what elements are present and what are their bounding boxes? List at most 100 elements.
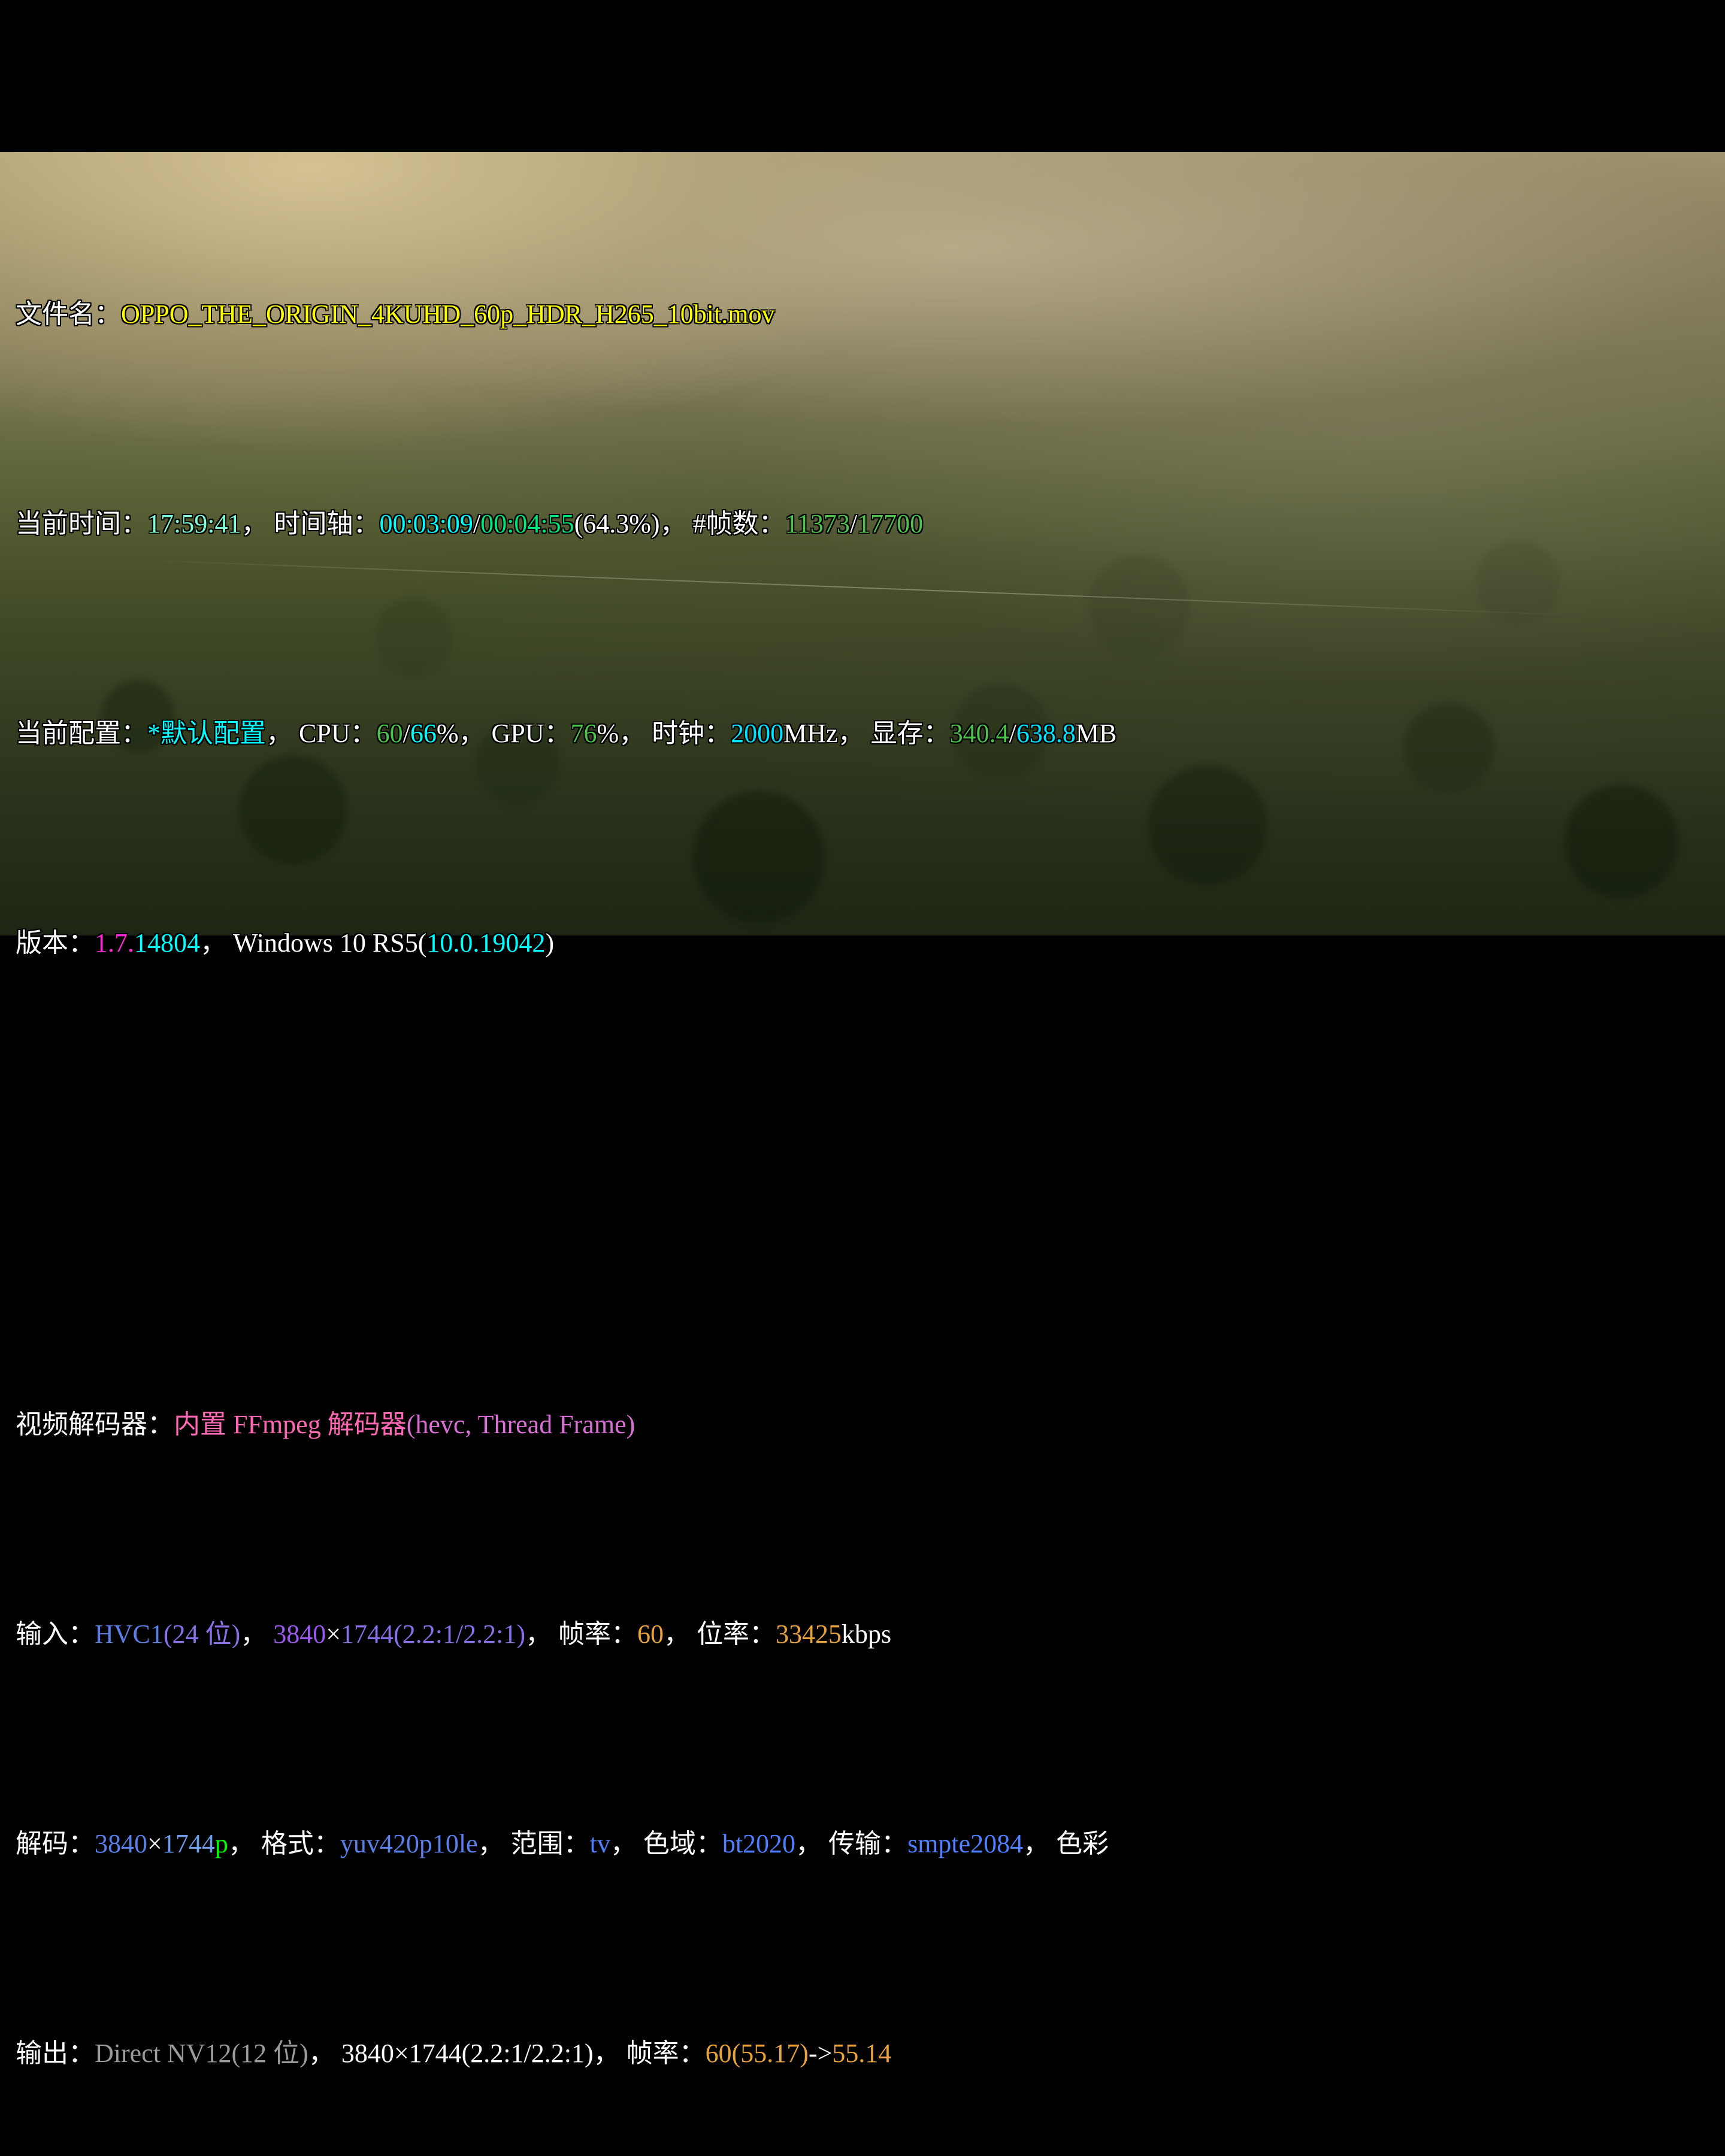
vram-separator: / <box>1009 719 1016 748</box>
sep-comma-11: ， <box>228 1829 261 1858</box>
video-transfer-label: 传输： <box>828 1829 908 1858</box>
sep-comma-16: ， <box>308 2039 341 2068</box>
video-output-width: 3840 <box>341 2039 394 2068</box>
video-output-fps-label: 帧率： <box>626 2039 706 2068</box>
sep-comma-8: ， <box>240 1619 274 1649</box>
osd-header-block: 文件名：OPPO_THE_ORIGIN_4KUHD_60p_HDR_H265_1… <box>0 126 1725 1090</box>
video-input-height: 1744 <box>341 1619 394 1649</box>
sep-comma-9: ， <box>525 1619 559 1649</box>
os-build-close: ) <box>545 928 555 958</box>
clock-mhz-unit: MHz <box>783 719 838 748</box>
video-input-label: 输入： <box>16 1619 95 1649</box>
video-input-bits: (24 位) <box>163 1619 241 1649</box>
video-output-value: Direct NV12 <box>95 2039 232 2068</box>
sep-comma-14: ， <box>795 1829 829 1858</box>
osd-statistics-overlay: 文件名：OPPO_THE_ORIGIN_4KUHD_60p_HDR_H265_1… <box>0 0 1725 2068</box>
sep-comma-3: ， <box>266 719 299 748</box>
osd-spacer-1 <box>0 1216 1725 1236</box>
video-input-codec: HVC1 <box>95 1619 164 1649</box>
video-input-x: × <box>326 1619 341 1649</box>
video-decoder-label: 视频解码器： <box>16 1410 174 1439</box>
video-input-width: 3840 <box>273 1619 326 1649</box>
video-decoder-value: 内置 FFmpeg 解码器 <box>174 1410 407 1439</box>
version-major: 1.7. <box>95 928 134 958</box>
vram-label: 显存： <box>870 719 950 748</box>
filename-label: 文件名： <box>16 299 121 329</box>
video-output-fps-measured: (55.17) <box>731 2039 809 2068</box>
video-input-bitrate-label: 位率： <box>697 1619 776 1649</box>
video-decode-scan: p <box>214 1829 228 1858</box>
video-transfer-value: smpte2084 <box>907 1829 1024 1858</box>
profile-value: *默认配置 <box>147 719 266 748</box>
position-value: 00:03:09 <box>379 509 473 538</box>
video-input-bitrate: 33425 <box>776 1619 842 1649</box>
osd-line-video-output: 输出：Direct NV12(12 位)， 3840×1744(2.2:1/2.… <box>0 2033 1725 2075</box>
filename-value: OPPO_THE_ORIGIN_4KUHD_60p_HDR_H265_10bit… <box>121 299 775 329</box>
video-input-fps: 60 <box>637 1619 664 1649</box>
vram-total: 638.8 <box>1016 719 1076 748</box>
video-decode-width: 3840 <box>95 1829 147 1858</box>
video-matrix-label: 色彩 <box>1056 1829 1109 1858</box>
video-input-fps-label: 帧率： <box>558 1619 638 1649</box>
osd-line-video-input: 输入：HVC1(24 位)， 3840×1744(2.2:1/2.2:1)， 帧… <box>0 1613 1725 1655</box>
frames-separator: / <box>849 509 858 538</box>
profile-label: 当前配置： <box>16 719 147 748</box>
os-text: Windows 10 RS5 <box>233 928 418 958</box>
osd-line-filename: 文件名：OPPO_THE_ORIGIN_4KUHD_60p_HDR_H265_1… <box>0 293 1725 335</box>
frames-current: 11373 <box>785 509 850 538</box>
video-decode-label: 解码： <box>16 1829 95 1858</box>
clock-label: 当前时间： <box>16 509 147 538</box>
gpu-value: 76 <box>570 719 597 748</box>
osd-line-video-decoder: 视频解码器：内置 FFmpeg 解码器(hevc, Thread Frame) <box>0 1404 1725 1446</box>
osd-line-video-decode: 解码：3840×1744p， 格式：yuv420p10le， 范围：tv， 色域… <box>0 1823 1725 1865</box>
video-input-aspect: (2.2:1/2.2:1) <box>394 1619 526 1649</box>
video-output-fps: 60 <box>705 2039 732 2068</box>
os-build-open: ( <box>417 928 427 958</box>
progress-percent: (64.3%) <box>574 509 660 538</box>
video-output-fps-actual: 55.14 <box>832 2039 892 2068</box>
gpu-label: GPU： <box>491 719 571 748</box>
cpu-value-alt: 66 <box>410 719 437 748</box>
video-format-value: yuv420p10le <box>340 1829 478 1858</box>
sep-comma-13: ， <box>610 1829 643 1858</box>
clock-mhz-label: 时钟： <box>652 719 731 748</box>
video-output-height: 1744 <box>408 2039 462 2068</box>
position-separator: / <box>473 509 481 538</box>
sep-comma-2: ， <box>659 509 693 538</box>
sep-comma-4: ， <box>458 719 492 748</box>
video-input-bitrate-unit: kbps <box>842 1619 892 1649</box>
video-output-fps-arrow: -> <box>808 2039 833 2068</box>
vram-unit: MB <box>1075 719 1117 748</box>
cpu-separator: / <box>402 719 410 748</box>
video-output-label: 输出： <box>16 2039 95 2068</box>
sep-comma-15: ， <box>1023 1829 1057 1858</box>
sep-comma-5: ， <box>619 719 652 748</box>
cpu-unit: % <box>436 719 459 748</box>
vram-used: 340.4 <box>949 719 1009 748</box>
gpu-unit: % <box>597 719 619 748</box>
sep-comma-17: ， <box>593 2039 627 2068</box>
clock-value: 17:59:41 <box>147 509 241 538</box>
os-build-number: 19042 <box>479 928 546 958</box>
osd-line-time: 当前时间：17:59:41， 时间轴：00:03:09/00:04:55(64.… <box>0 503 1725 545</box>
cpu-label: CPU： <box>299 719 377 748</box>
osd-line-version: 版本：1.7.14804， Windows 10 RS5(10.0.19042) <box>0 922 1725 964</box>
sep-comma-7: ， <box>200 928 233 958</box>
osd-line-resources: 当前配置：*默认配置， CPU：60/66%， GPU：76%， 时钟：2000… <box>0 713 1725 755</box>
clock-mhz-value: 2000 <box>731 719 784 748</box>
sep-comma-6: ， <box>837 719 871 748</box>
duration-value: 00:04:55 <box>480 509 574 538</box>
video-primaries-label: 色域： <box>643 1829 722 1858</box>
version-build: 14804 <box>134 928 200 958</box>
frames-label: #帧数： <box>692 509 785 538</box>
video-output-aspect: (2.2:1/2.2:1) <box>461 2039 594 2068</box>
video-output-x: × <box>394 2039 409 2068</box>
video-decode-x: × <box>147 1829 162 1858</box>
video-primaries-value: bt2020 <box>722 1829 796 1858</box>
frames-total: 17700 <box>857 509 924 538</box>
sep-comma-1: ， <box>241 509 274 538</box>
video-range-label: 范围： <box>510 1829 590 1858</box>
video-output-bits: (12 位) <box>231 2039 308 2068</box>
sep-comma-12: ， <box>477 1829 511 1858</box>
video-format-label: 格式： <box>261 1829 340 1858</box>
